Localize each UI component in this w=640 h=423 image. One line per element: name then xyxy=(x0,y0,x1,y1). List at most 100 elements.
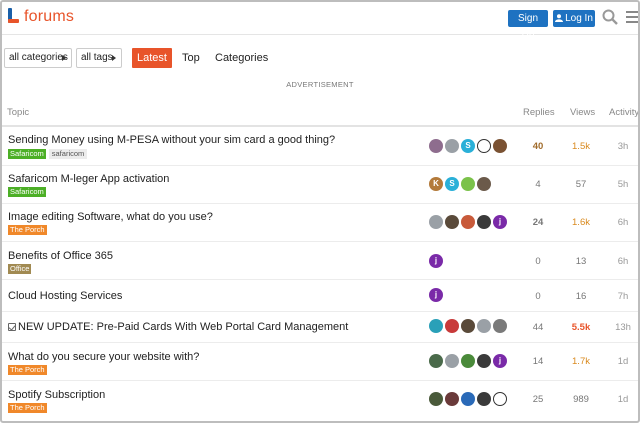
tab-latest[interactable]: Latest xyxy=(132,48,172,68)
category-badge[interactable]: The Porch xyxy=(8,225,47,235)
avatar[interactable] xyxy=(493,319,507,333)
categories-dropdown-label: all categories xyxy=(9,52,68,63)
avatar[interactable] xyxy=(461,354,475,368)
avatar[interactable]: K xyxy=(429,177,443,191)
avatar[interactable] xyxy=(493,392,507,406)
view-count: 989 xyxy=(573,394,589,405)
avatar[interactable]: S xyxy=(445,177,459,191)
topic-title-link[interactable]: What do you secure your website with? xyxy=(8,351,199,363)
site-logo[interactable]: forums xyxy=(6,8,74,26)
poster-avatars: j xyxy=(429,354,509,368)
avatar[interactable]: S xyxy=(461,139,475,153)
poster-avatars: j xyxy=(429,215,509,229)
category-badge[interactable]: The Porch xyxy=(8,365,47,375)
activity-time[interactable]: 6h xyxy=(608,217,638,228)
search-icon[interactable] xyxy=(602,9,618,25)
tab-top[interactable]: Top xyxy=(182,48,200,68)
activity-time[interactable]: 3h xyxy=(608,141,638,152)
category-badge[interactable]: Office xyxy=(8,264,32,274)
topic-title-link[interactable]: Benefits of Office 365 xyxy=(8,250,113,262)
avatar[interactable] xyxy=(477,354,491,368)
site-header: forums Sign Up Log In xyxy=(2,2,638,41)
view-count: 16 xyxy=(575,291,587,302)
poster-avatars: j xyxy=(429,288,445,302)
view-count: 1.5k xyxy=(572,141,590,152)
topic-row: What do you secure your website with? Th… xyxy=(2,343,638,381)
topic-row: Safaricom M-leger App activation Safaric… xyxy=(2,166,638,204)
tags-dropdown-label: all tags xyxy=(81,52,113,63)
avatar[interactable] xyxy=(445,354,459,368)
view-count: 1.7k xyxy=(572,356,590,367)
avatar[interactable] xyxy=(493,139,507,153)
avatar[interactable] xyxy=(477,215,491,229)
avatar[interactable] xyxy=(445,392,459,406)
reply-count: 24 xyxy=(532,217,544,228)
poster-avatars xyxy=(429,392,509,406)
categories-dropdown[interactable]: all categories xyxy=(4,48,72,68)
avatar[interactable] xyxy=(461,319,475,333)
category-badge[interactable]: Safaricom xyxy=(8,149,46,159)
avatar[interactable] xyxy=(429,392,443,406)
topic-row: Benefits of Office 365 Office j 0 13 6h xyxy=(2,242,638,280)
signup-button[interactable]: Sign Up xyxy=(508,10,548,41)
column-views[interactable]: Views xyxy=(570,107,595,118)
topic-navigation: all categories all tags Latest Top Categ… xyxy=(2,48,638,68)
tab-categories[interactable]: Categories xyxy=(215,48,268,68)
reply-count: 14 xyxy=(532,356,544,367)
check-pinned-icon xyxy=(8,323,16,331)
avatar[interactable] xyxy=(477,319,491,333)
forum-window: forums Sign Up Log In all categories all… xyxy=(0,0,640,423)
topic-row: Spotify Subscription The Porch 25 989 1d xyxy=(2,381,638,421)
poster-avatars: S xyxy=(429,139,509,153)
activity-time[interactable]: 1d xyxy=(608,394,638,405)
avatar[interactable] xyxy=(477,392,491,406)
activity-time[interactable]: 13h xyxy=(608,322,638,333)
poster-avatars: j xyxy=(429,254,445,268)
avatar[interactable] xyxy=(445,319,459,333)
view-count: 1.6k xyxy=(572,217,590,228)
avatar[interactable]: j xyxy=(429,254,443,268)
topic-title-link[interactable]: Cloud Hosting Services xyxy=(8,290,122,302)
topic-table-header: Topic Replies Views Activity xyxy=(2,105,638,127)
avatar[interactable]: j xyxy=(493,354,507,368)
activity-time[interactable]: 7h xyxy=(608,291,638,302)
avatar[interactable] xyxy=(461,177,475,191)
logo-text: forums xyxy=(24,8,75,25)
tags-dropdown[interactable]: all tags xyxy=(76,48,122,68)
category-badge[interactable]: Safaricom xyxy=(8,187,46,197)
view-count: 13 xyxy=(575,256,587,267)
avatar[interactable]: j xyxy=(493,215,507,229)
topic-title-link[interactable]: Sending Money using M-PESA without your … xyxy=(8,134,335,146)
reply-count: 44 xyxy=(532,322,544,333)
avatar[interactable] xyxy=(477,139,491,153)
avatar[interactable] xyxy=(429,319,443,333)
advertisement-label: ADVERTISEMENT xyxy=(286,80,354,89)
category-badge[interactable]: The Porch xyxy=(8,403,47,413)
avatar[interactable] xyxy=(445,139,459,153)
topic-title-link[interactable]: Spotify Subscription xyxy=(8,389,105,401)
topic-title-link[interactable]: Safaricom M-leger App activation xyxy=(8,173,169,185)
column-replies[interactable]: Replies xyxy=(523,107,555,118)
view-count: 5.5k xyxy=(571,322,591,333)
column-topic[interactable]: Topic xyxy=(7,107,29,118)
column-activity[interactable]: Activity xyxy=(609,107,638,118)
avatar[interactable] xyxy=(461,215,475,229)
login-button[interactable]: Log In xyxy=(553,10,595,27)
topic-title-link[interactable]: NEW UPDATE: Pre-Paid Cards With Web Port… xyxy=(18,321,348,333)
avatar[interactable]: j xyxy=(429,288,443,302)
avatar[interactable] xyxy=(445,215,459,229)
avatar[interactable] xyxy=(429,354,443,368)
topic-row: Sending Money using M-PESA without your … xyxy=(2,128,638,166)
activity-time[interactable]: 6h xyxy=(608,256,638,267)
tag-badge[interactable]: safaricom xyxy=(48,149,88,159)
avatar[interactable] xyxy=(461,392,475,406)
avatar[interactable] xyxy=(477,177,491,191)
avatar[interactable] xyxy=(429,139,443,153)
hamburger-menu-icon[interactable] xyxy=(626,11,638,23)
logo-mark-icon xyxy=(6,8,20,26)
activity-time[interactable]: 1d xyxy=(608,356,638,367)
activity-time[interactable]: 5h xyxy=(608,179,638,190)
avatar[interactable] xyxy=(429,215,443,229)
reply-count: 0 xyxy=(535,291,541,302)
topic-title-link[interactable]: Image editing Software, what do you use? xyxy=(8,211,213,223)
